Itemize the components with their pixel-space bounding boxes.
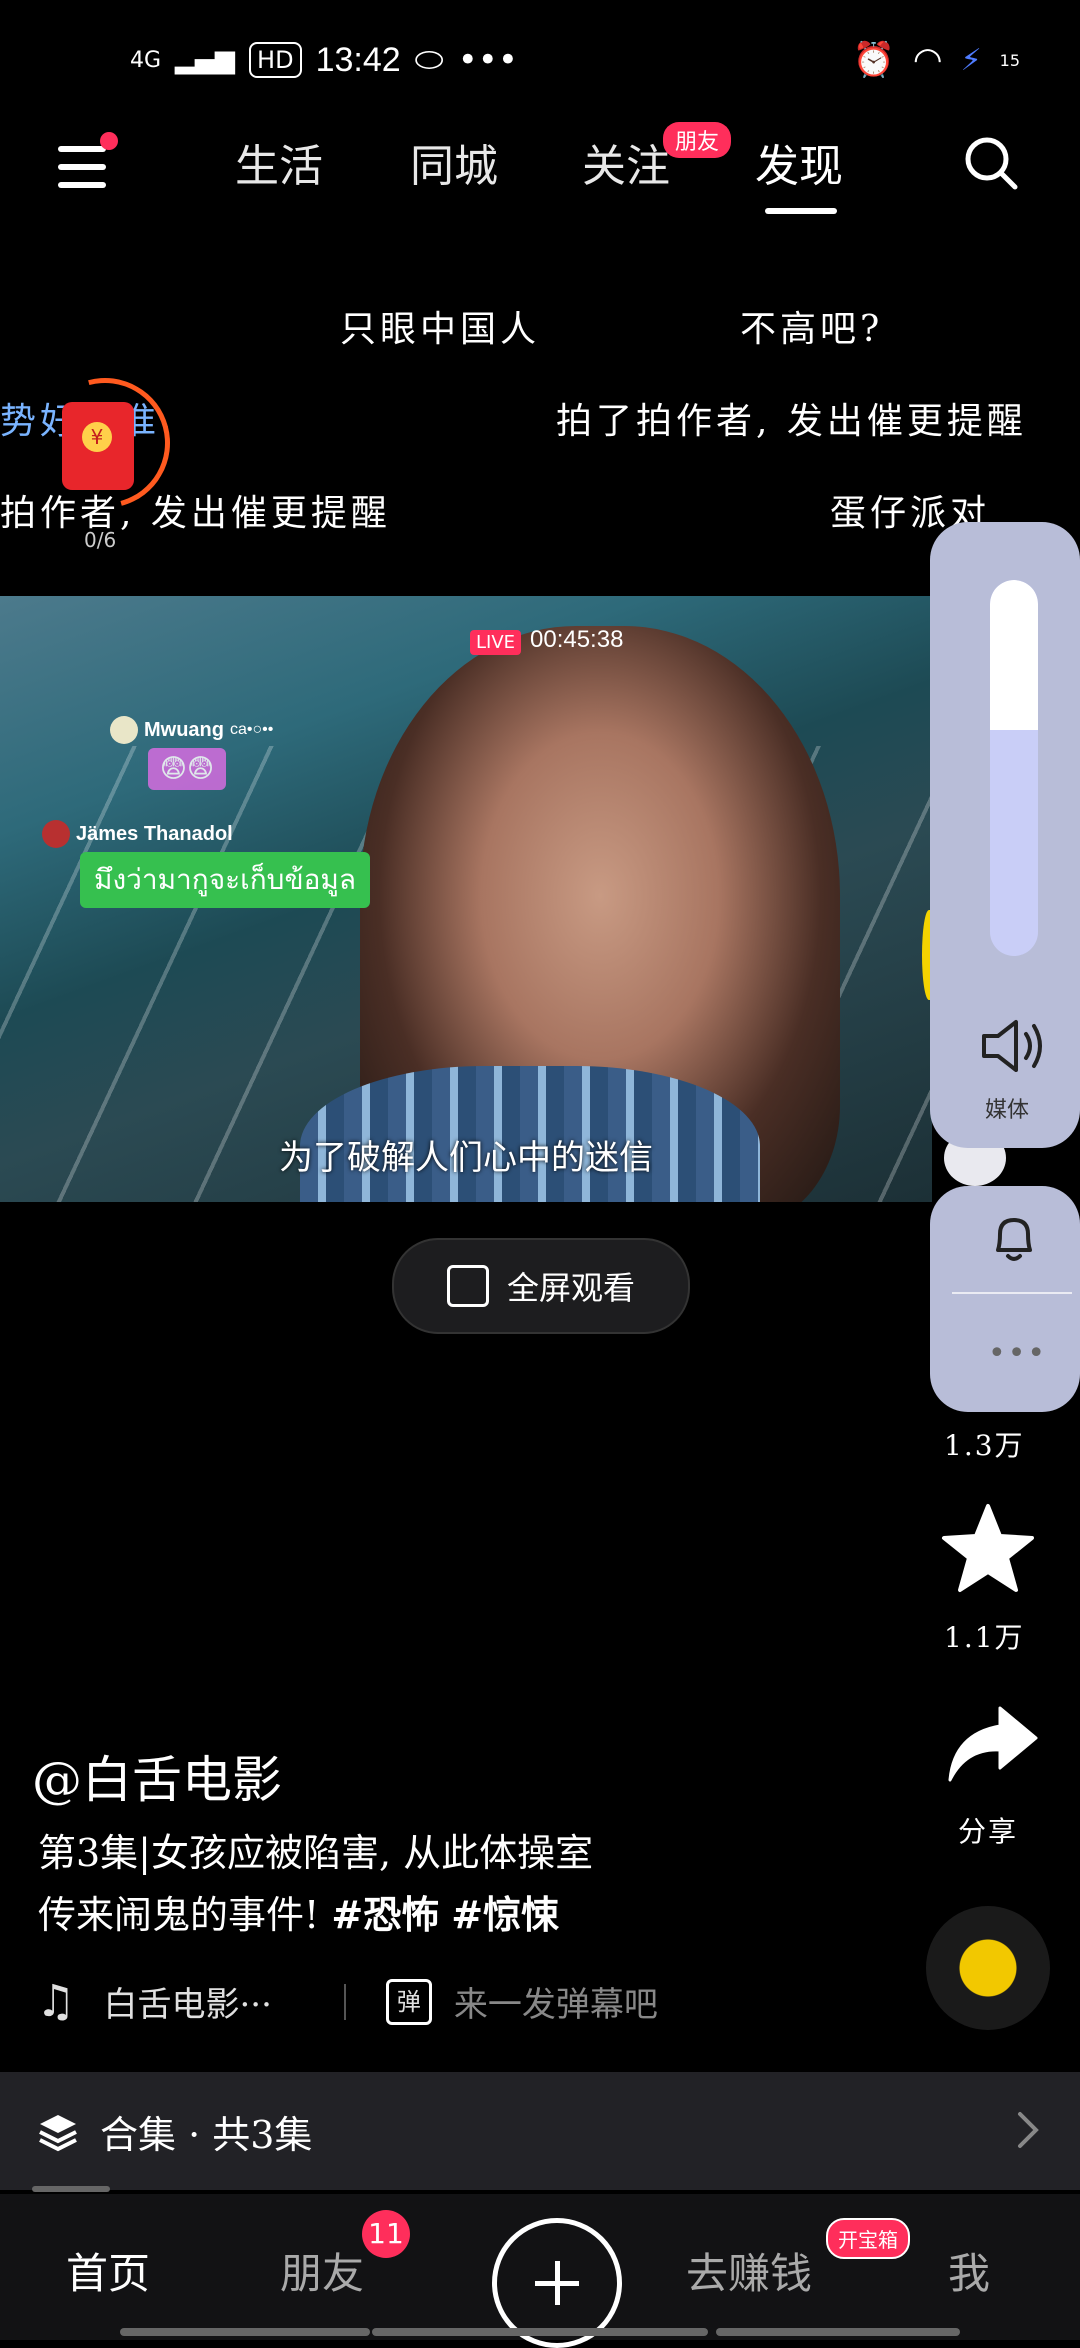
status-time: 13:42 [315, 40, 401, 79]
music-row: ♫ 白舌电影··· 弹 来一发弹幕吧 [36, 1976, 658, 2027]
collection-label: 合集 · 共3集 [100, 2112, 313, 2157]
desc-text: 传来闹鬼的事件! [38, 1893, 332, 1937]
app-icon: ⬭ [414, 40, 444, 80]
author-name[interactable]: @白舌电影 [32, 1740, 282, 1812]
fullscreen-icon [446, 1265, 489, 1307]
status-bar: 4G ▂▄▆ HD 13:42 ⬭ ••• ⏰ ◠ ⚡ 15 [0, 0, 1080, 120]
nav-earn[interactable]: 去赚钱 [686, 2240, 812, 2301]
layers-icon [39, 2115, 77, 2152]
tab-discover[interactable]: 发现 [755, 130, 843, 194]
favorite-count: 1.1万 [944, 1621, 1025, 1654]
red-packet-count: 0/6 [84, 528, 117, 552]
tab-active-indicator [765, 208, 837, 214]
danmu-input[interactable]: 来一发弹幕吧 [454, 1977, 658, 2026]
chevron-right-icon [1018, 2112, 1039, 2148]
video-progress[interactable] [32, 2186, 110, 2192]
chat-bubble: มึงว่ามากูจะเก็บข้อมูล [80, 852, 371, 908]
fullscreen-button[interactable]: 全屏观看 [392, 1238, 690, 1334]
like-count: 1.3万 [944, 1429, 1025, 1462]
battery-level: 15 [999, 50, 1020, 70]
more-dots-icon: ••• [457, 40, 518, 80]
chat-message: Jämes Thanadol [42, 820, 233, 848]
alarm-icon: ⏰ [852, 40, 895, 80]
music-title[interactable]: 白舌电影··· [103, 1977, 271, 2026]
signal-icon: ▂▄▆ [175, 45, 236, 75]
share-icon[interactable] [944, 1700, 1040, 1790]
chat-user-suffix: ca•○•• [230, 721, 274, 738]
danmu-line: 拍作者, 发出催更提醒 [0, 493, 391, 534]
live-time: 00:45:38 [530, 626, 624, 653]
chat-username: Jämes Thanadol [76, 822, 233, 845]
avatar [42, 820, 70, 848]
charging-icon: ⚡ [960, 42, 982, 78]
collection-bar[interactable]: 合集 · 共3集 [0, 2072, 1080, 2190]
home-indicator [372, 2328, 708, 2336]
home-indicator [716, 2328, 960, 2336]
home-indicator [120, 2328, 370, 2336]
volume-label: 媒体 [985, 1098, 1030, 1123]
music-note-icon: ♫ [36, 1976, 76, 2027]
fullscreen-label: 全屏观看 [506, 1269, 635, 1307]
hd-badge: HD [249, 42, 302, 78]
speaker-icon[interactable] [978, 1016, 1048, 1076]
wifi-icon: ◠ [912, 40, 943, 80]
divider [343, 1983, 346, 2020]
chat-message: Mwuang ca•○•• [110, 716, 273, 744]
danmu-line: 不高吧? [740, 309, 884, 350]
divider [952, 1292, 1072, 1294]
friend-badge: 朋友 [663, 122, 732, 158]
red-packet-icon[interactable]: ¥ [62, 402, 134, 490]
nav-me[interactable]: 我 [948, 2240, 990, 2301]
danmu-toggle-icon[interactable]: 弹 [385, 1978, 432, 2025]
hashtag-link[interactable]: #惊悚 [451, 1893, 559, 1937]
tab-city[interactable]: 同城 [410, 130, 498, 194]
menu-icon[interactable] [58, 132, 118, 188]
notification-dot [100, 132, 118, 150]
bell-icon[interactable] [986, 1210, 1042, 1266]
chat-emoji: 😨😨 [148, 748, 226, 790]
chat-username: Mwuang [144, 718, 224, 741]
share-label: 分享 [958, 1815, 1019, 1848]
hashtag-link[interactable]: #恐怖 [331, 1893, 439, 1937]
danmu-line: 拍了拍作者, 发出催更提醒 [556, 401, 1027, 442]
avatar [110, 716, 138, 744]
music-disc-icon[interactable] [926, 1906, 1050, 2030]
network-indicator: 4G [130, 47, 162, 73]
post-description: 第3集|女孩应被陷害, 从此体操室 传来闹鬼的事件! #恐怖 #惊悚 [38, 1822, 778, 1946]
status-left: 4G ▂▄▆ HD 13:42 ⬭ ••• [130, 36, 518, 84]
danmu-line: 只眼中国人 [340, 309, 541, 350]
tab-follow[interactable]: 关注 [582, 130, 670, 194]
desc-line: 第3集|女孩应被陷害, 从此体操室 [38, 1831, 594, 1875]
volume-slider-fill [990, 580, 1038, 730]
status-right: ⏰ ◠ ⚡ 15 [853, 36, 1020, 84]
volume-slider[interactable] [990, 580, 1038, 956]
friends-badge: 11 [362, 2210, 410, 2258]
desc-line: 传来闹鬼的事件! #恐怖 #惊悚 [38, 1884, 778, 1946]
tab-life[interactable]: 生活 [235, 130, 323, 194]
live-badge: LIVE [470, 630, 522, 655]
video-subtitle: 为了破解人们心中的迷信 [279, 1138, 653, 1178]
nav-home[interactable]: 首页 [66, 2240, 150, 2301]
star-icon[interactable] [940, 1500, 1036, 1596]
treasure-badge: 开宝箱 [826, 2218, 910, 2259]
search-icon[interactable] [963, 135, 1019, 191]
more-icon[interactable]: ••• [988, 1336, 1047, 1371]
nav-friends[interactable]: 朋友 [280, 2240, 364, 2301]
